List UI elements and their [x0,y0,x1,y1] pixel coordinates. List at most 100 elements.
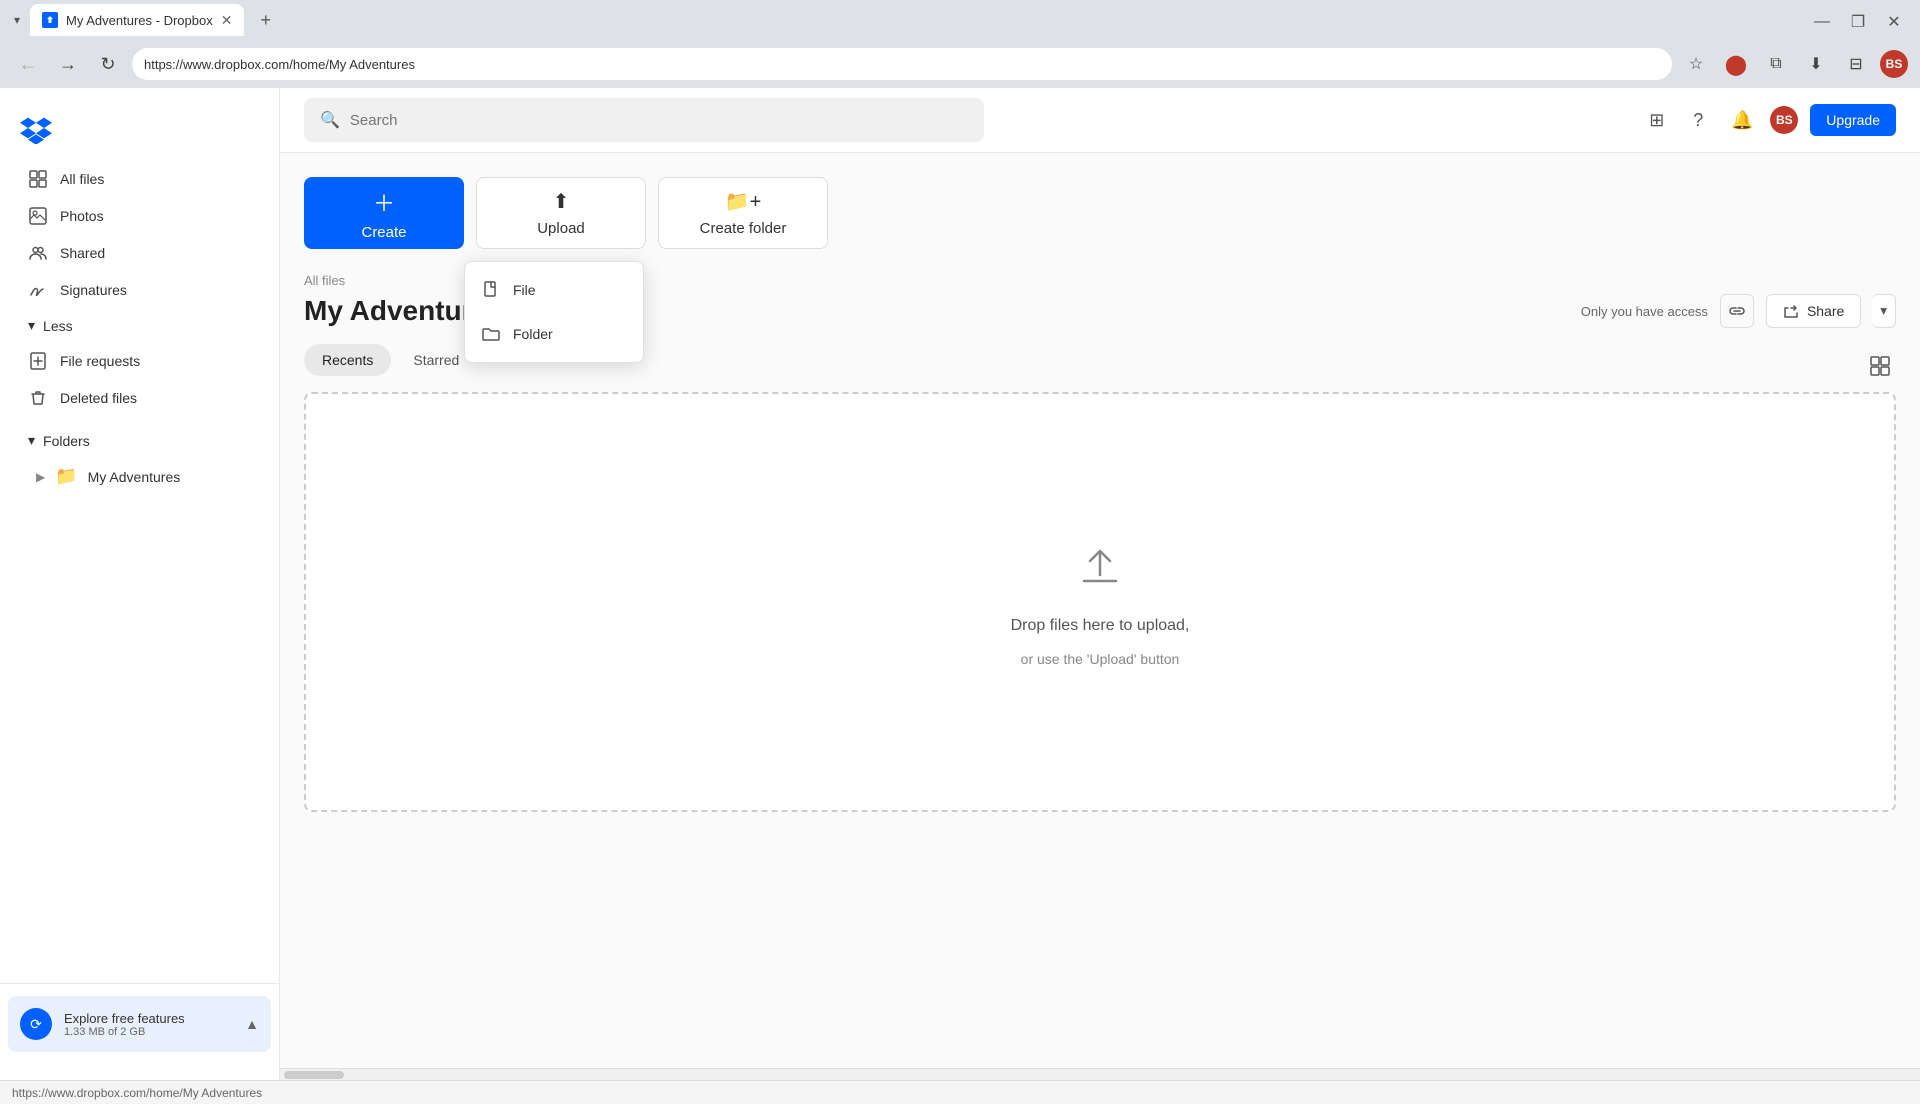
access-label: Only you have access [1581,304,1708,319]
file-requests-label: File requests [60,353,140,369]
sidebar-less-toggle[interactable]: ▾ Less [8,309,271,342]
create-folder-btn[interactable]: 📁+ Create folder [658,177,828,249]
folder-icon: 📁 [55,466,77,487]
drop-text: Drop files here to upload, [1011,617,1190,635]
upload-dropdown-menu: File Folder [464,261,644,363]
scrollbar-thumb[interactable] [284,1071,344,1079]
sidebar-nav: All files Photos Shared [0,160,279,975]
create-btn[interactable]: ＋ Create [304,177,464,249]
app-container: All files Photos Shared [0,88,1920,1080]
view-toggle-btn[interactable] [1864,350,1896,387]
content-inner: ＋ Create ⬆ Upload 📁+ Create folder [280,153,1920,836]
dropbox-logo [20,112,259,144]
window-close[interactable]: ✕ [1880,8,1908,36]
tab-title: My Adventures - Dropbox [66,13,213,28]
sidebar-logo [0,104,279,160]
share-btn-label: Share [1807,303,1844,319]
explore-icon: ⟳ [20,1008,52,1040]
sidebar-item-shared[interactable]: Shared [8,235,271,271]
sidebar-item-all-files[interactable]: All files [8,161,271,197]
browser-tab-active[interactable]: My Adventures - Dropbox ✕ [30,4,244,36]
explore-card[interactable]: ⟳ Explore free features 1.33 MB of 2 GB … [8,996,271,1052]
main-top-header: 🔍 ⊞ ? 🔔 BS Upgrade [280,88,1920,153]
header-right-actions: ⊞ ? 🔔 BS Upgrade [1643,104,1896,137]
horizontal-scrollbar [280,1068,1920,1080]
folders-label: Folders [43,433,90,449]
explore-title: Explore free features [64,1011,233,1026]
less-label: Less [43,318,73,334]
new-tab-btn[interactable]: + [252,6,279,35]
extensions-btn[interactable]: ⧉ [1760,48,1792,80]
sidebar-item-deleted-files[interactable]: Deleted files [8,380,271,416]
folders-section-header[interactable]: ▾ Folders [8,424,271,457]
copy-link-btn[interactable] [1720,294,1754,328]
folder-upload-icon [481,324,501,344]
sidebar: All files Photos Shared [0,88,280,1080]
drop-zone: Drop files here to upload, or use the 'U… [304,392,1896,812]
browser-nav-bar: ← → ↻ https://www.dropbox.com/home/My Ad… [0,40,1920,88]
my-adventures-label: My Adventures [88,469,181,485]
all-files-icon [28,169,48,189]
window-maximize[interactable]: ❐ [1844,8,1872,36]
search-input[interactable] [350,112,968,129]
upload-btn[interactable]: ⬆ Upload [476,177,646,249]
dropdown-file-item[interactable]: File [465,268,643,312]
tab-close-btn[interactable]: ✕ [221,12,233,29]
upgrade-btn[interactable]: Upgrade [1810,104,1896,136]
tab-bar: ▾ My Adventures - Dropbox ✕ + — ❐ ✕ [0,0,1920,40]
sidebar-item-file-requests[interactable]: File requests [8,343,271,379]
sidebar-item-signatures[interactable]: Signatures [8,272,271,308]
address-url: https://www.dropbox.com/home/My Adventur… [144,57,415,72]
bookmark-btn[interactable]: ☆ [1680,48,1712,80]
create-plus-icon: ＋ [373,186,395,218]
reload-btn[interactable]: ↻ [92,48,124,80]
security-btn[interactable]: ⬤ [1720,48,1752,80]
explore-collapse-btn[interactable]: ▲ [245,1016,259,1032]
upload-arrow-icon [1074,537,1126,601]
notifications-btn[interactable]: 🔔 [1726,104,1758,136]
download-btn[interactable]: ⬇ [1800,48,1832,80]
file-requests-icon [28,351,48,371]
forward-btn[interactable]: → [52,48,84,80]
sidebar-folders-section: ▾ Folders ▶ 📁 My Adventures [0,424,279,495]
shared-label: Shared [60,245,105,261]
upload-icon: ⬆ [553,189,570,214]
folder-expand-icon: ▶ [36,470,45,484]
signatures-label: Signatures [60,282,127,298]
content-area: ＋ Create ⬆ Upload 📁+ Create folder [280,153,1920,1068]
sidebar-bottom: ⟳ Explore free features 1.33 MB of 2 GB … [0,983,279,1064]
search-icon: 🔍 [320,110,340,130]
sidebar-item-my-adventures[interactable]: ▶ 📁 My Adventures [8,458,271,495]
browser-chrome: ▾ My Adventures - Dropbox ✕ + — ❐ ✕ ← → … [0,0,1920,88]
breadcrumb-all-files[interactable]: All files [304,273,345,288]
user-profile-btn[interactable]: BS [1770,106,1798,134]
tab-switcher-btn[interactable]: ▾ [8,9,26,31]
chevron-down-icon-folders: ▾ [28,432,35,449]
shared-icon [28,243,48,263]
explore-subtitle: 1.33 MB of 2 GB [64,1026,233,1038]
main-content: 🔍 ⊞ ? 🔔 BS Upgrade ＋ Create [280,88,1920,1080]
folder-actions: Only you have access Share ▾ [1581,294,1896,328]
sidebar-item-photos[interactable]: Photos [8,198,271,234]
create-btn-label: Create [361,224,406,241]
help-btn[interactable]: ? [1682,104,1714,136]
all-files-label: All files [60,171,104,187]
address-bar[interactable]: https://www.dropbox.com/home/My Adventur… [132,48,1672,80]
status-bar: https://www.dropbox.com/home/My Adventur… [0,1080,1920,1104]
photos-icon [28,206,48,226]
drop-subtext: or use the 'Upload' button [1021,651,1180,667]
deleted-files-icon [28,388,48,408]
explore-text: Explore free features 1.33 MB of 2 GB [64,1011,233,1038]
window-minimize[interactable]: — [1808,8,1836,36]
file-dropdown-label: File [513,282,536,298]
action-buttons: ＋ Create ⬆ Upload 📁+ Create folder [304,177,1896,249]
profile-btn[interactable]: BS [1880,50,1908,78]
tab-recents[interactable]: Recents [304,344,391,376]
share-btn[interactable]: Share [1766,294,1861,328]
back-btn[interactable]: ← [12,48,44,80]
profile-sync-btn[interactable]: ⊟ [1840,48,1872,80]
share-dropdown-btn[interactable]: ▾ [1872,294,1896,328]
content-tabs: Recents Starred [304,344,477,376]
grid-view-btn[interactable]: ⊞ [1643,104,1670,137]
dropdown-folder-item[interactable]: Folder [465,312,643,356]
